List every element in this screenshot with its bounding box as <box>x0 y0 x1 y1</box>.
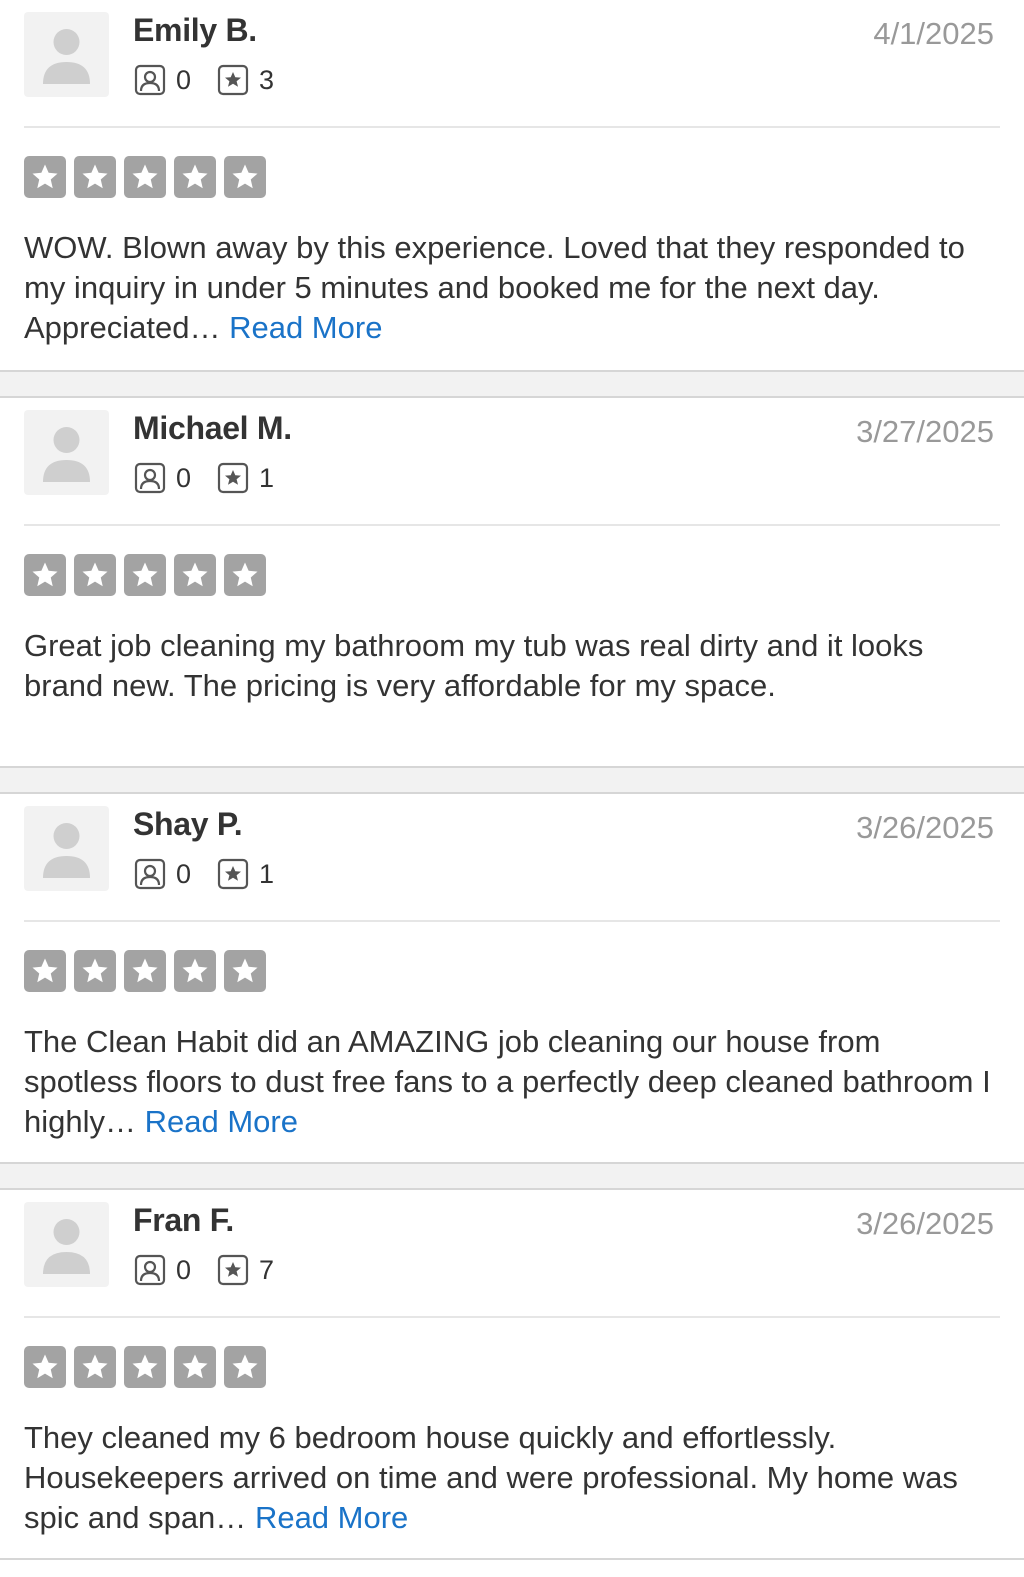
review-text: Great job cleaning my bathroom my tub wa… <box>24 628 924 703</box>
review-date: 4/1/2025 <box>873 16 994 51</box>
divider <box>24 1316 1000 1318</box>
friends-icon <box>134 462 166 494</box>
review-text-block: WOW. Blown away by this experience. Love… <box>24 228 994 348</box>
rating-star-icon <box>224 156 266 198</box>
review-star-icon <box>217 64 249 96</box>
reviews-count-value: 3 <box>259 64 275 95</box>
review-separator <box>0 372 1024 398</box>
rating-star-icon <box>24 950 66 992</box>
reviews-count-value: 1 <box>259 462 275 493</box>
avatar[interactable] <box>24 410 109 495</box>
review-star-icon <box>217 462 249 494</box>
divider <box>24 126 1000 128</box>
review-date: 3/27/2025 <box>856 414 994 449</box>
rating-star-icon <box>224 554 266 596</box>
rating-star-icon <box>174 1346 216 1388</box>
friends-icon <box>134 64 166 96</box>
rating-star-icon <box>124 1346 166 1388</box>
rating-star-icon <box>74 1346 116 1388</box>
star-rating <box>24 950 274 992</box>
review-card: Emily B. 4/1/2025 0 3 WOW. Blown away by thi… <box>0 0 1024 372</box>
rating-star-icon <box>74 950 116 992</box>
avatar[interactable] <box>24 806 109 891</box>
review-card: Fran F. 3/26/2025 0 7 They cleaned my 6 bedr… <box>0 1190 1024 1560</box>
rating-star-icon <box>74 554 116 596</box>
review-card: Michael M. 3/27/2025 0 1 Great job cleaning … <box>0 398 1024 768</box>
rating-star-icon <box>224 950 266 992</box>
review-text-block: Great job cleaning my bathroom my tub wa… <box>24 626 994 706</box>
reviews-count: 7 <box>217 1252 274 1288</box>
review-text: They cleaned my 6 bedroom house quickly … <box>24 1420 958 1535</box>
rating-star-icon <box>224 1346 266 1388</box>
read-more-link[interactable]: Read More <box>255 1500 408 1535</box>
avatar[interactable] <box>24 12 109 97</box>
read-more-link[interactable]: Read More <box>145 1104 298 1139</box>
friends-icon <box>134 1254 166 1286</box>
review-card: Shay P. 3/26/2025 0 1 The Clean Habit did an… <box>0 794 1024 1164</box>
friends-count: 0 <box>134 856 191 892</box>
review-text-block: They cleaned my 6 bedroom house quickly … <box>24 1418 994 1538</box>
reviews-count: 1 <box>217 856 274 892</box>
rating-star-icon <box>174 156 216 198</box>
reviews-count: 1 <box>217 460 274 496</box>
star-rating <box>24 554 274 596</box>
reviews-count-value: 7 <box>259 1254 275 1285</box>
friends-count-value: 0 <box>176 462 192 493</box>
rating-star-icon <box>24 554 66 596</box>
rating-star-icon <box>124 950 166 992</box>
rating-star-icon <box>24 156 66 198</box>
reviews-count: 3 <box>217 62 274 98</box>
rating-star-icon <box>24 1346 66 1388</box>
star-rating <box>24 156 274 198</box>
reviews-count-value: 1 <box>259 858 275 889</box>
friends-icon <box>134 858 166 890</box>
rating-star-icon <box>174 950 216 992</box>
star-rating <box>24 1346 274 1388</box>
review-list: Emily B. 4/1/2025 0 3 WOW. Blown away by thi… <box>0 0 1024 1560</box>
review-separator <box>0 768 1024 794</box>
review-separator <box>0 1164 1024 1190</box>
review-date: 3/26/2025 <box>856 1206 994 1241</box>
review-star-icon <box>217 858 249 890</box>
friends-count: 0 <box>134 1252 191 1288</box>
review-date: 3/26/2025 <box>856 810 994 845</box>
reviewer-name[interactable]: Michael M. <box>133 410 292 447</box>
rating-star-icon <box>124 156 166 198</box>
divider <box>24 524 1000 526</box>
friends-count: 0 <box>134 460 191 496</box>
avatar[interactable] <box>24 1202 109 1287</box>
friends-count: 0 <box>134 62 191 98</box>
rating-star-icon <box>124 554 166 596</box>
review-text: WOW. Blown away by this experience. Love… <box>24 230 965 345</box>
divider <box>24 920 1000 922</box>
friends-count-value: 0 <box>176 1254 192 1285</box>
friends-count-value: 0 <box>176 64 192 95</box>
read-more-link[interactable]: Read More <box>229 310 382 345</box>
reviewer-name[interactable]: Fran F. <box>133 1202 234 1239</box>
rating-star-icon <box>174 554 216 596</box>
review-star-icon <box>217 1254 249 1286</box>
friends-count-value: 0 <box>176 858 192 889</box>
reviewer-name[interactable]: Emily B. <box>133 12 257 49</box>
rating-star-icon <box>74 156 116 198</box>
review-text-block: The Clean Habit did an AMAZING job clean… <box>24 1022 994 1142</box>
reviewer-name[interactable]: Shay P. <box>133 806 243 843</box>
